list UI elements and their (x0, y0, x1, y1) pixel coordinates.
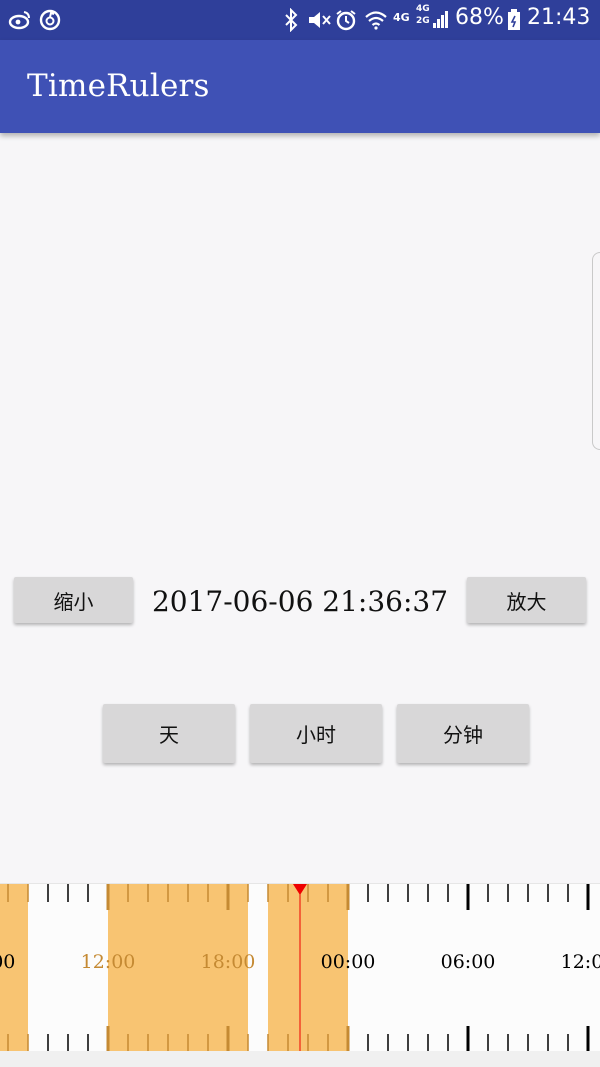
edge-panel-handle[interactable] (592, 252, 600, 450)
hour-mode-button[interactable]: 小时 (250, 704, 382, 763)
battery-percent: 68% (455, 5, 504, 30)
tick-label: 00:00 (321, 951, 376, 973)
time-ruler[interactable]: 00:00 12:00 18:00 00:00 06:00 12:00 (0, 883, 600, 1053)
app-title: TimeRulers (27, 68, 210, 104)
mute-icon (306, 8, 332, 37)
network-4g-label: 4G (393, 11, 410, 24)
netease-music-icon (38, 8, 62, 37)
bluetooth-icon (282, 7, 300, 37)
signal-icon (432, 8, 450, 35)
wifi-icon (364, 8, 388, 37)
day-mode-button[interactable]: 天 (103, 704, 235, 763)
status-bar: 4G 4G 2G 68% 21:43 (0, 0, 600, 40)
minute-mode-button[interactable]: 分钟 (397, 704, 529, 763)
tick-label: 00:00 (0, 951, 15, 973)
tick-label: 06:00 (441, 951, 496, 973)
time-ruler-canvas[interactable]: 00:00 12:00 18:00 00:00 06:00 12:00 (0, 884, 600, 1052)
network-2g-label: 2G (416, 16, 430, 26)
app-bar: TimeRulers (0, 40, 600, 133)
network-4g-label-2: 4G (416, 4, 430, 14)
current-time-display: 2017-06-06 21:36:37 (151, 585, 449, 618)
tick-label: 12:00 (561, 951, 600, 973)
zoom-out-button[interactable]: 缩小 (14, 577, 133, 623)
battery-icon (507, 8, 521, 37)
bottom-strip (0, 1051, 600, 1067)
clock-time: 21:43 (527, 5, 591, 30)
weibo-icon (8, 8, 32, 37)
tick-label: 18:00 (201, 951, 256, 973)
zoom-in-button[interactable]: 放大 (467, 577, 586, 623)
alarm-icon (334, 8, 358, 37)
tick-label: 12:00 (81, 951, 136, 973)
